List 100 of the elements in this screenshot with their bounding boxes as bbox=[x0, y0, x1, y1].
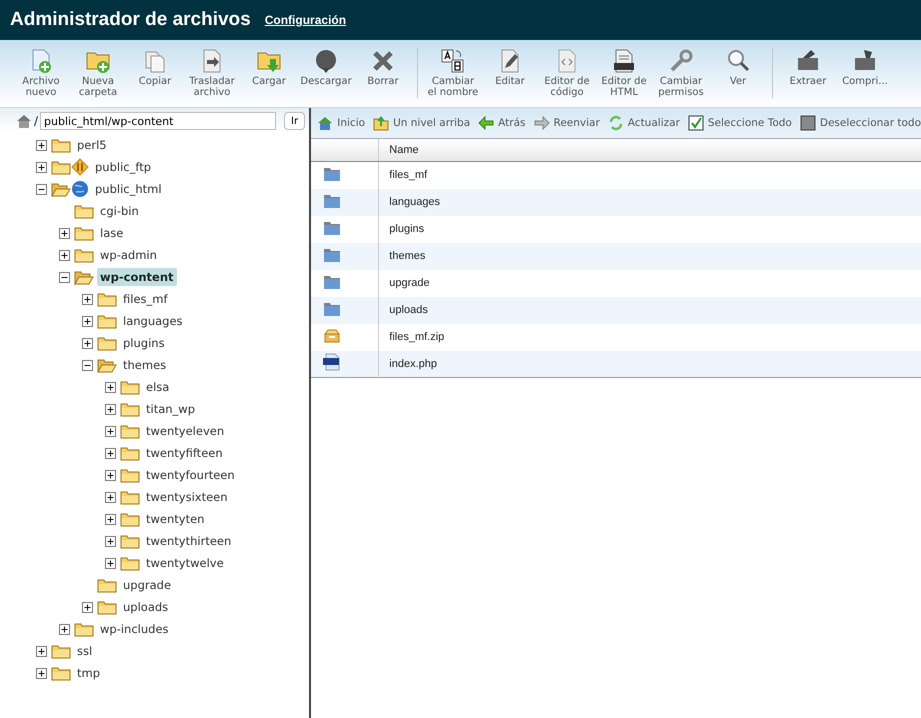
toolbar-button[interactable]: Trasladar archivo bbox=[185, 48, 239, 98]
toolbar-button[interactable]: Editar bbox=[483, 48, 537, 87]
settings-link[interactable]: Configuración bbox=[264, 13, 346, 27]
folder-name[interactable]: twentyfourteen bbox=[143, 466, 238, 484]
expand-icon[interactable] bbox=[82, 316, 93, 326]
folder-name[interactable]: plugins bbox=[120, 334, 168, 352]
house-icon bbox=[317, 115, 334, 131]
expand-icon[interactable] bbox=[36, 162, 47, 172]
column-header[interactable]: Name bbox=[378, 139, 921, 162]
folder-name[interactable]: languages bbox=[120, 312, 186, 330]
folder-icon bbox=[97, 578, 117, 592]
folder-name[interactable]: uploads bbox=[120, 598, 172, 616]
expand-icon[interactable] bbox=[36, 668, 47, 678]
folder-name[interactable]: elsa bbox=[143, 378, 172, 396]
folder-icon bbox=[120, 380, 140, 394]
folder-icon bbox=[120, 490, 140, 504]
folder-name[interactable]: ssl bbox=[74, 642, 96, 660]
file-name[interactable]: languages bbox=[378, 188, 921, 216]
folder-name[interactable]: upgrade bbox=[120, 576, 174, 594]
folder-name[interactable]: cgi-bin bbox=[97, 202, 142, 220]
file-name[interactable]: plugins bbox=[378, 216, 921, 242]
nav-button[interactable]: Deseleccionar todo bbox=[800, 115, 921, 131]
expand-icon[interactable] bbox=[105, 426, 116, 436]
folder-name[interactable]: perl5 bbox=[74, 136, 110, 154]
folder-icon bbox=[323, 192, 342, 208]
folder-name[interactable]: wp-admin bbox=[97, 246, 160, 264]
folder-name[interactable]: wp-includes bbox=[97, 620, 172, 638]
folder-icon bbox=[74, 204, 94, 218]
expand-icon[interactable] bbox=[105, 558, 116, 568]
toolbar-button[interactable]: Borrar bbox=[356, 48, 410, 87]
toolbar-button[interactable]: Extraer bbox=[781, 48, 835, 87]
folder-icon bbox=[97, 314, 117, 328]
nav-button[interactable]: Seleccione Todo bbox=[688, 115, 792, 131]
folder-name[interactable]: files_mf bbox=[120, 290, 171, 308]
folder-icon bbox=[323, 166, 342, 182]
expand-icon[interactable] bbox=[82, 602, 93, 612]
expand-icon[interactable] bbox=[36, 140, 47, 150]
folder-name[interactable]: public_ftp bbox=[92, 158, 154, 176]
expand-icon[interactable] bbox=[59, 250, 70, 260]
folder-name[interactable]: lase bbox=[97, 224, 126, 242]
transfer-icon bbox=[71, 158, 89, 176]
nav-button[interactable]: Un nivel arriba bbox=[373, 115, 470, 131]
toolbar-button[interactable]: Cambiar el nombre bbox=[426, 48, 480, 98]
expand-icon[interactable] bbox=[105, 404, 116, 414]
folder-name[interactable]: titan_wp bbox=[143, 400, 198, 418]
toolbar-button[interactable]: Cargar bbox=[242, 48, 296, 87]
open-folder-icon bbox=[51, 182, 71, 196]
folder-name[interactable]: wp-content bbox=[97, 268, 177, 286]
folder-name[interactable]: twentyfifteen bbox=[143, 444, 226, 462]
folder-icon bbox=[120, 424, 140, 438]
toolbar-button[interactable]: Compri... bbox=[838, 48, 892, 87]
nav-button[interactable]: Actualizar bbox=[608, 115, 680, 131]
toolbar-button[interactable]: Editor de código bbox=[540, 48, 594, 98]
expand-icon[interactable] bbox=[59, 624, 70, 634]
folder-name[interactable]: public_html bbox=[92, 180, 165, 198]
expand-icon[interactable] bbox=[82, 294, 93, 304]
file-name[interactable]: files_mf.zip bbox=[378, 324, 921, 350]
collapse-icon[interactable] bbox=[36, 184, 47, 194]
toolbar-button[interactable]: Cambiar permisos bbox=[654, 48, 708, 98]
file-name[interactable]: themes bbox=[378, 242, 921, 270]
toolbar-button[interactable]: Descargar bbox=[299, 48, 353, 87]
go-button[interactable]: Ir bbox=[284, 112, 306, 130]
toolbar-button[interactable]: Ver bbox=[711, 48, 765, 87]
nav-button[interactable]: Atrás bbox=[478, 115, 526, 131]
collapse-icon[interactable] bbox=[82, 360, 93, 370]
path-field[interactable]: public_html/wp-content bbox=[40, 112, 276, 130]
expand-icon[interactable] bbox=[105, 514, 116, 524]
expand-icon[interactable] bbox=[105, 536, 116, 546]
house-icon bbox=[16, 114, 32, 128]
collapse-icon[interactable] bbox=[59, 272, 70, 282]
expand-icon[interactable] bbox=[36, 646, 47, 656]
toolbar-button[interactable]: Nueva carpeta bbox=[71, 48, 125, 98]
folder-name[interactable]: twentytwelve bbox=[143, 554, 227, 572]
nav-button[interactable]: Reenviar bbox=[534, 115, 600, 131]
folder-name[interactable]: twentythirteen bbox=[143, 532, 234, 550]
folder-name[interactable]: tmp bbox=[74, 664, 104, 682]
expand-icon[interactable] bbox=[105, 448, 116, 458]
toolbar-button[interactable]: Editor de HTML bbox=[597, 48, 651, 98]
file-name[interactable]: upgrade bbox=[378, 270, 921, 296]
expand-icon[interactable] bbox=[105, 492, 116, 502]
toolbar-button[interactable]: Copiar bbox=[128, 48, 182, 87]
toolbar-button[interactable]: Archivo nuevo bbox=[14, 48, 68, 98]
folder-icon bbox=[74, 226, 94, 240]
file-name[interactable]: index.php bbox=[378, 350, 921, 378]
expand-icon[interactable] bbox=[105, 382, 116, 392]
folder-icon bbox=[120, 446, 140, 460]
nav-button[interactable]: Inicio bbox=[317, 115, 366, 131]
folder-icon bbox=[97, 292, 117, 306]
folder-name[interactable]: themes bbox=[120, 356, 170, 374]
folder-name[interactable]: twentysixteen bbox=[143, 488, 231, 506]
file-name[interactable]: files_mf bbox=[378, 162, 921, 188]
folder-name[interactable]: twentyten bbox=[143, 510, 208, 528]
folder-icon bbox=[323, 274, 342, 290]
folder-up-icon bbox=[373, 115, 390, 131]
expand-icon[interactable] bbox=[59, 228, 70, 238]
html-file-icon bbox=[611, 48, 637, 74]
expand-icon[interactable] bbox=[105, 470, 116, 480]
expand-icon[interactable] bbox=[82, 338, 93, 348]
file-name[interactable]: uploads bbox=[378, 296, 921, 324]
folder-name[interactable]: twentyeleven bbox=[143, 422, 228, 440]
